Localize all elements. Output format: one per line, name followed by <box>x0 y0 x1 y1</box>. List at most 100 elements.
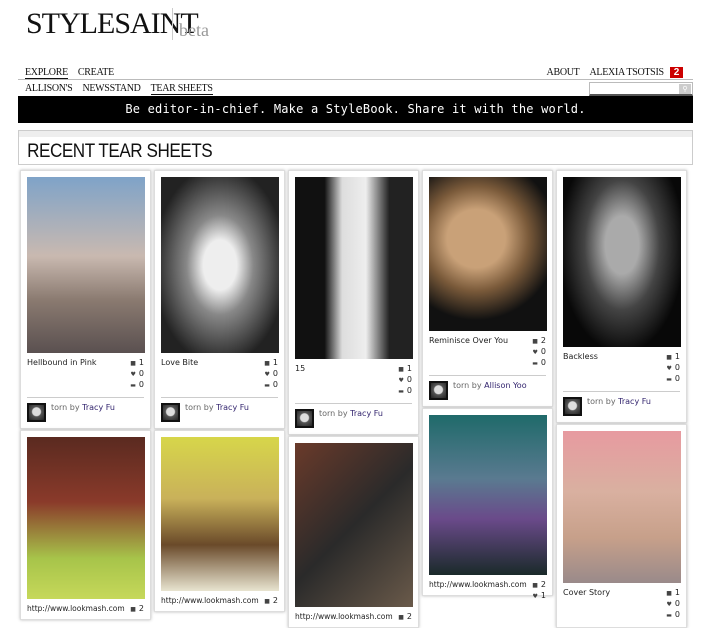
right-nav: ABOUT ALEXIA TSOTSIS 2 <box>547 67 693 78</box>
tear-sheet-image[interactable] <box>563 431 681 583</box>
secondary-nav: ALLISON'S NEWSSTAND TEAR SHEETS <box>25 83 223 95</box>
nav-user[interactable]: ALEXIA TSOTSIS <box>590 67 665 78</box>
tear-sheet-card[interactable]: Cover Story ■ 1 ♥ 0 ▬ 0 <box>556 424 687 628</box>
tear-sheet-card[interactable]: Backless ■ 1 ♥ 0 ▬ 0 torn by Tracy Fu <box>556 170 687 423</box>
card-author: torn by Tracy Fu <box>563 391 680 416</box>
tear-sheet-image[interactable] <box>161 437 279 591</box>
card-stats: ■ 2 ♥ 1 <box>532 580 546 602</box>
tear-sheet-image[interactable] <box>161 177 279 353</box>
card-title[interactable]: Cover Story <box>563 588 610 621</box>
author-link[interactable]: Tracy Fu <box>216 403 249 412</box>
comment-icon: ▬ <box>666 376 672 383</box>
comments-count: ▬ 0 <box>532 358 546 367</box>
tear-sheet-card[interactable]: 15 ■ 1 ♥ 0 ▬ 0 torn by Tracy Fu <box>288 170 419 435</box>
card-stats: ■ 1 ♥ 0 ▬ 0 <box>666 588 680 621</box>
card-stats: ■ 1 ♥ 0 ▬ 0 <box>666 352 680 385</box>
tears-count: ■ 1 <box>398 364 412 373</box>
card-title[interactable]: http://www.lookmash.com <box>27 604 125 613</box>
tear-sheet-image[interactable] <box>563 177 681 347</box>
card-stats: ■ 2 ♥ 0 ▬ 0 <box>532 336 546 369</box>
tears-count: ■ 2 <box>532 336 546 345</box>
card-title[interactable]: http://www.lookmash.com <box>161 596 259 605</box>
notification-badge[interactable]: 2 <box>669 67 683 78</box>
primary-nav: EXPLORE CREATE <box>25 67 124 79</box>
comments-count: ▬ 0 <box>666 610 680 619</box>
card-stats: ■ 1 ♥ 0 ▬ 0 <box>264 358 278 391</box>
tear-sheet-card[interactable]: http://www.lookmash.com ■ 2 ♥ 1 <box>422 408 553 600</box>
card-author: torn by Tracy Fu <box>161 397 278 422</box>
likes-count: ♥ 0 <box>666 599 680 608</box>
nav-allisons[interactable]: ALLISON'S <box>25 83 73 94</box>
card-stats: ■ 2 <box>130 604 144 615</box>
tears-count: ■ 2 <box>398 612 412 621</box>
card-title[interactable]: http://www.lookmash.com <box>429 580 527 589</box>
card-title[interactable]: 15 <box>295 364 305 397</box>
tear-sheet-card[interactable]: Reminisce Over You ■ 2 ♥ 0 ▬ 0 torn by Allison… <box>422 170 553 407</box>
heart-icon: ♥ <box>666 601 672 608</box>
likes-count: ♥ 0 <box>130 369 144 378</box>
tear-icon: ■ <box>130 606 136 613</box>
tear-icon: ■ <box>130 360 136 367</box>
comment-icon: ▬ <box>130 382 136 389</box>
card-title[interactable]: Backless <box>563 352 598 385</box>
tear-icon: ■ <box>666 590 672 597</box>
author-link[interactable]: Tracy Fu <box>618 397 651 406</box>
tears-count: ■ 2 <box>264 596 278 605</box>
avatar[interactable] <box>429 381 448 400</box>
nav-newsstand[interactable]: NEWSSTAND <box>82 83 140 94</box>
nav-explore[interactable]: EXPLORE <box>25 67 68 79</box>
heart-icon: ♥ <box>532 349 538 356</box>
tear-sheet-image[interactable] <box>429 177 547 331</box>
tear-icon: ■ <box>532 338 538 345</box>
tear-sheet-image[interactable] <box>27 177 145 353</box>
tears-count: ■ 1 <box>130 358 144 367</box>
author-link[interactable]: Tracy Fu <box>82 403 115 412</box>
tear-sheet-card[interactable]: http://www.lookmash.com ■ 2 <box>288 436 419 628</box>
comment-icon: ▬ <box>398 388 404 395</box>
card-title[interactable]: Hellbound in Pink <box>27 358 97 391</box>
tear-icon: ■ <box>398 614 404 621</box>
search-icon[interactable]: ⚲ <box>679 84 691 94</box>
likes-count: ♥ 0 <box>666 363 680 372</box>
nav-tear-sheets[interactable]: TEAR SHEETS <box>150 83 213 95</box>
tear-icon: ■ <box>398 366 404 373</box>
nav-about[interactable]: ABOUT <box>547 67 580 78</box>
nav-create[interactable]: CREATE <box>78 67 114 78</box>
tear-sheet-card[interactable]: Love Bite ■ 1 ♥ 0 ▬ 0 torn by Tracy Fu <box>154 170 285 429</box>
author-link[interactable]: Tracy Fu <box>350 409 383 418</box>
page-title: RECENT TEAR SHEETS <box>27 141 213 162</box>
likes-count: ♥ 1 <box>532 591 546 600</box>
tears-count: ■ 2 <box>532 580 546 589</box>
tear-sheet-card[interactable]: Hellbound in Pink ■ 1 ♥ 0 ▬ 0 torn by Tracy Fu <box>20 170 151 429</box>
tear-sheet-image[interactable] <box>295 177 413 359</box>
card-stats: ■ 2 <box>398 612 412 623</box>
tear-sheet-image[interactable] <box>27 437 145 599</box>
heart-icon: ♥ <box>398 377 404 384</box>
tears-count: ■ 2 <box>130 604 144 613</box>
search-input[interactable]: ⚲ <box>589 82 693 96</box>
likes-count: ♥ 0 <box>398 375 412 384</box>
card-title[interactable]: http://www.lookmash.com <box>295 612 393 621</box>
nav-divider <box>18 79 693 80</box>
promo-banner[interactable]: Be editor-in-chief. Make a StyleBook. Sh… <box>18 96 693 123</box>
comments-count: ▬ 0 <box>398 386 412 395</box>
card-title[interactable]: Love Bite <box>161 358 198 391</box>
tear-sheet-card[interactable]: http://www.lookmash.com ■ 2 <box>154 430 285 612</box>
tear-sheet-card[interactable]: http://www.lookmash.com ■ 2 <box>20 430 151 620</box>
card-title[interactable]: Reminisce Over You <box>429 336 508 369</box>
likes-count: ♥ 0 <box>264 369 278 378</box>
tear-sheet-image[interactable] <box>429 415 547 575</box>
avatar[interactable] <box>563 397 582 416</box>
card-author: torn by Tracy Fu <box>295 403 412 428</box>
comment-icon: ▬ <box>666 612 672 619</box>
avatar[interactable] <box>295 409 314 428</box>
comment-icon: ▬ <box>264 382 270 389</box>
card-stats: ■ 2 <box>264 596 278 607</box>
author-link[interactable]: Allison Yoo <box>484 381 526 390</box>
avatar[interactable] <box>161 403 180 422</box>
tears-count: ■ 1 <box>666 352 680 361</box>
comments-count: ▬ 0 <box>130 380 144 389</box>
tear-icon: ■ <box>666 354 672 361</box>
avatar[interactable] <box>27 403 46 422</box>
tear-sheet-image[interactable] <box>295 443 413 607</box>
